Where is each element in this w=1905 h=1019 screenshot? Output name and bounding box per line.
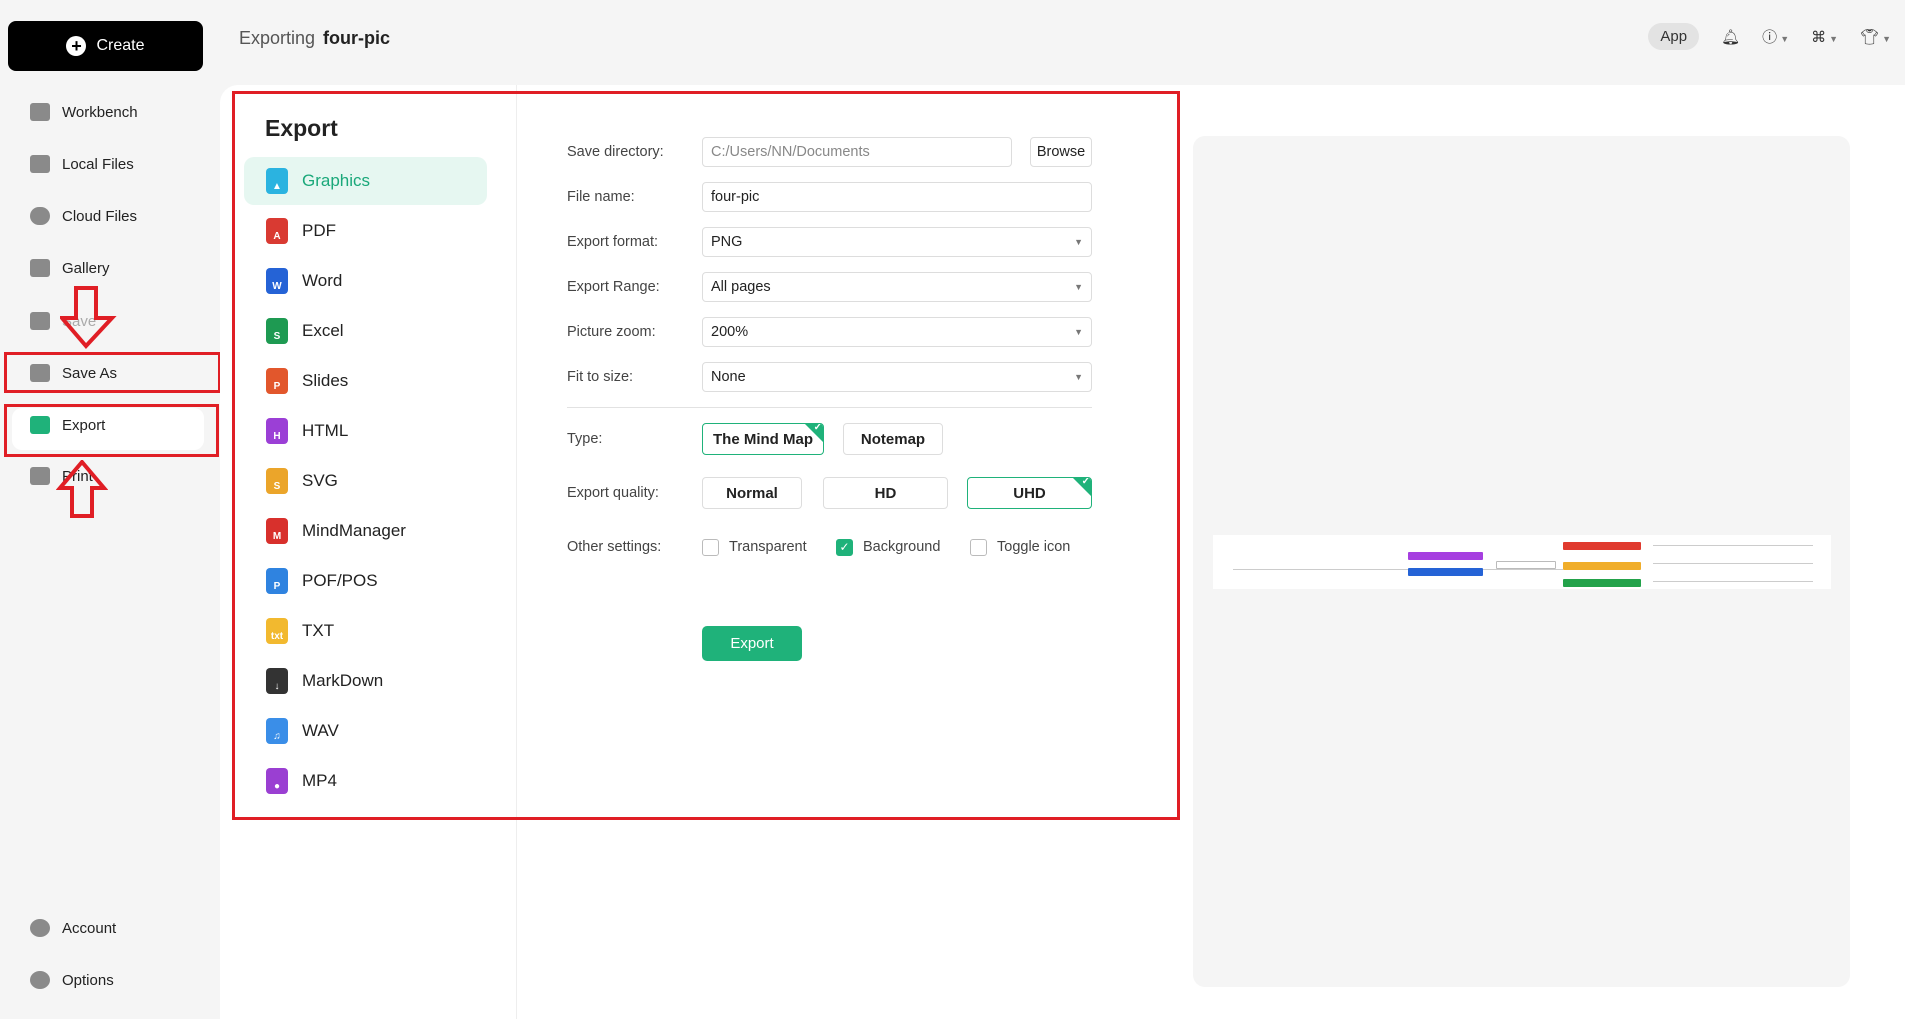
help-icon[interactable]: ⓘ ▼: [1762, 26, 1789, 47]
create-button[interactable]: + Create: [8, 21, 203, 71]
highlight-save-as: [4, 352, 221, 393]
label: Local Files: [62, 155, 134, 173]
check-icon: ✓: [1081, 477, 1090, 487]
title-filename: four-pic: [323, 28, 391, 48]
gallery-icon: [30, 259, 50, 277]
sidebar-item-local-files[interactable]: Local Files: [30, 147, 134, 181]
label: Options: [62, 971, 114, 989]
page-title: Exporting four-pic: [239, 28, 390, 49]
label: Account: [62, 919, 117, 937]
apps-grid-icon[interactable]: ⌘ ▼: [1811, 28, 1838, 46]
workbench-icon: [30, 103, 50, 121]
gear-icon: [30, 971, 50, 989]
sidebar-item-options[interactable]: Options: [30, 963, 114, 997]
check-icon: ✓: [813, 423, 822, 433]
shirt-theme-icon[interactable]: 👕︎ ▼: [1860, 28, 1891, 46]
sidebar-item-gallery[interactable]: Gallery: [30, 251, 110, 285]
highlight-export-dialog: [232, 91, 1180, 820]
sidebar-item-account[interactable]: Account: [30, 911, 116, 945]
bell-icon[interactable]: 🔔︎: [1721, 28, 1740, 46]
label: Cloud Files: [62, 207, 138, 225]
plus-icon: +: [66, 36, 87, 56]
folder-icon: [30, 155, 50, 173]
save-icon: [30, 312, 50, 330]
sidebar-item-workbench[interactable]: Workbench: [30, 95, 138, 129]
app-button[interactable]: App: [1648, 23, 1700, 50]
top-toolbar: App 🔔︎ ⓘ ▼ ⌘ ▼ 👕︎ ▼: [1648, 23, 1891, 50]
label: Workbench: [62, 103, 138, 121]
mind-map-preview-image: [1213, 535, 1831, 589]
cloud-icon: [30, 207, 50, 225]
arrow-down-icon: [60, 286, 117, 350]
highlight-export: [4, 404, 219, 457]
label: Gallery: [62, 259, 110, 277]
create-label: Create: [96, 37, 145, 54]
print-icon: [30, 467, 50, 485]
arrow-up-icon: [56, 460, 108, 518]
title-prefix: Exporting: [239, 28, 316, 48]
account-icon: [30, 919, 50, 937]
sidebar-item-cloud-files[interactable]: Cloud Files: [30, 199, 137, 233]
